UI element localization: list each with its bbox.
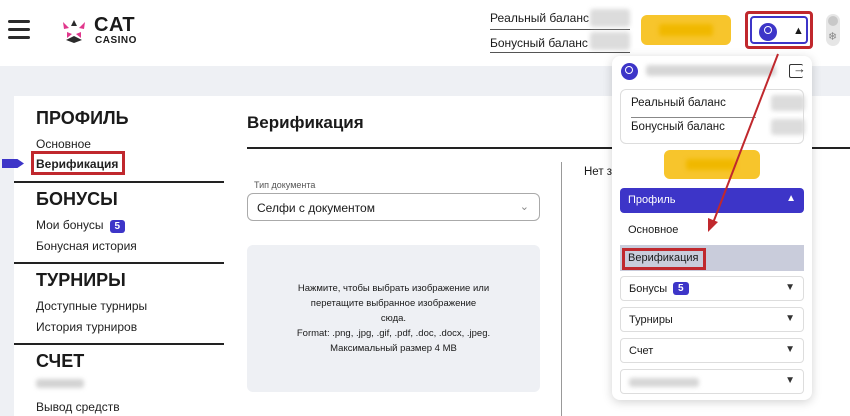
- doc-type-value: Селфи с документом: [257, 201, 375, 215]
- chevron-down-icon: ▼: [785, 344, 795, 355]
- real-balance-value: [590, 9, 630, 27]
- snowflake-icon: ❄: [828, 31, 838, 43]
- bonus-balance-label: Бонусный баланс: [631, 121, 725, 133]
- sidebar-link-bonus-history[interactable]: Бонусная история: [36, 239, 137, 253]
- sidebar-link-label: Мои бонусы: [36, 218, 104, 232]
- dropdown-link-main[interactable]: Основное: [620, 217, 804, 243]
- page-title: Верификация: [247, 113, 364, 132]
- doc-type-select[interactable]: Селфи с документом ⌄: [247, 193, 540, 221]
- profile-dropdown: Реальный баланс Бонусный баланс Профиль …: [612, 56, 812, 400]
- dropdown-item-bonuses[interactable]: Бонусы 5 ▼: [620, 276, 804, 301]
- upload-instruction: перетащите выбранное изображение: [310, 298, 477, 309]
- real-balance-label: Реальный баланс: [631, 97, 726, 109]
- status-text: Нет з: [584, 166, 613, 178]
- link-label: Основное: [628, 224, 679, 236]
- section-title-profile: ПРОФИЛЬ: [36, 108, 129, 128]
- profile-sidebar: ПРОФИЛЬ Основное Верификация БОНУСЫ Мои …: [2, 96, 224, 416]
- real-balance-value: [771, 95, 805, 111]
- upload-max-size: Максимальный размер 4 MB: [330, 343, 457, 354]
- chevron-down-icon: ▼: [785, 313, 795, 324]
- logo[interactable]: CAT CASINO: [60, 14, 150, 48]
- chevron-down-icon: ▼: [785, 375, 795, 386]
- bonus-count-badge: 5: [673, 282, 689, 295]
- username-blurred: [646, 65, 776, 76]
- blurred-label: [629, 378, 699, 387]
- sidebar-link-my-bonuses[interactable]: Мои бонусы 5: [36, 218, 126, 233]
- cat-logo-icon: [63, 20, 85, 43]
- upload-formats: Format: .png, .jpg, .gif, .pdf, .doc, .d…: [296, 328, 491, 339]
- doc-type-label: Тип документа: [254, 180, 316, 190]
- section-divider: [14, 262, 224, 264]
- sidebar-link-withdrawal[interactable]: Вывод средств: [36, 400, 120, 414]
- balance-box: Реальный баланс Бонусный баланс: [620, 89, 805, 144]
- profile-header-label: Профиль: [628, 194, 676, 206]
- logout-icon[interactable]: [789, 61, 806, 78]
- bonus-count-badge: 5: [109, 220, 126, 233]
- balance-divider: [490, 29, 630, 30]
- dropdown-item-account[interactable]: Счет ▼: [620, 338, 804, 363]
- section-title-bonuses: БОНУСЫ: [36, 189, 118, 209]
- sidebar-link-tournament-history[interactable]: История турниров: [36, 320, 137, 334]
- section-divider: [14, 181, 224, 183]
- deposit-button[interactable]: [641, 15, 731, 45]
- item-label: Турниры: [629, 314, 673, 326]
- sidebar-link-available-tournaments[interactable]: Доступные турниры: [36, 299, 147, 313]
- upload-instruction: сюда.: [380, 313, 407, 324]
- chevron-up-icon: ▲: [786, 193, 796, 204]
- section-divider: [14, 343, 224, 345]
- deposit-button[interactable]: [664, 150, 760, 179]
- item-label: Счет: [629, 345, 654, 357]
- sidebar-link-main[interactable]: Основное: [36, 137, 91, 151]
- section-title-tournaments: ТУРНИРЫ: [36, 270, 126, 290]
- logo-text: CAT: [94, 14, 136, 36]
- chevron-down-icon: ▼: [785, 282, 795, 293]
- menu-icon[interactable]: [8, 20, 30, 40]
- item-label: Бонусы: [629, 283, 668, 295]
- dropdown-item-tournaments[interactable]: Турниры ▼: [620, 307, 804, 332]
- pointer-arrow-icon: [2, 159, 24, 168]
- real-balance-label: Реальный баланс: [490, 11, 589, 25]
- chevron-down-icon: ⌄: [519, 201, 529, 213]
- left-band: [0, 96, 14, 416]
- balance-divider: [631, 117, 756, 118]
- upload-dropzone[interactable]: Нажмите, чтобы выбрать изображение или п…: [247, 245, 540, 392]
- upload-instruction: Нажмите, чтобы выбрать изображение или: [297, 283, 490, 294]
- logo-subtext: CASINO: [95, 35, 137, 46]
- section-title-account: СЧЕТ: [36, 351, 85, 371]
- bonus-balance-label: Бонусный баланс: [490, 36, 588, 50]
- chevron-up-icon: ▲: [793, 25, 804, 37]
- column-divider: [561, 162, 562, 416]
- dropdown-item-blurred[interactable]: ▼: [620, 369, 804, 394]
- sidebar-link-blurred[interactable]: [36, 379, 84, 388]
- profile-menu-button[interactable]: ▲: [745, 11, 813, 49]
- user-avatar-icon: [759, 23, 777, 41]
- highlight-box: [622, 248, 706, 270]
- bonus-balance-value: [771, 119, 805, 135]
- dropdown-profile-header[interactable]: Профиль ▲: [620, 188, 804, 213]
- highlight-box: [31, 151, 125, 175]
- user-avatar-icon: [621, 63, 638, 80]
- balance-divider: [490, 52, 630, 53]
- bonus-balance-value: [590, 32, 630, 50]
